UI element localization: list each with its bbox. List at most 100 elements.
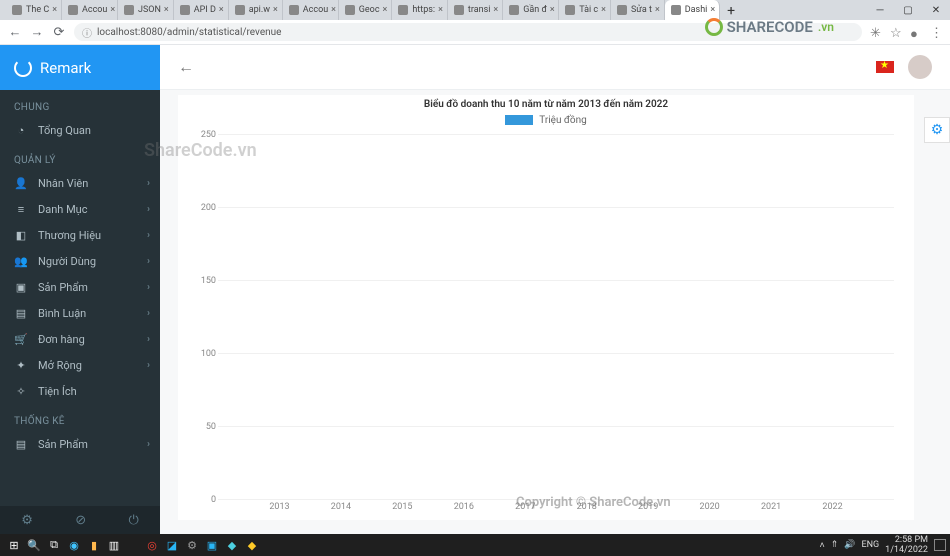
nav-forward-icon[interactable]: →: [30, 25, 44, 39]
tray-notifications-icon[interactable]: [934, 539, 946, 551]
top-bar: ←: [160, 45, 950, 90]
browser-tab[interactable]: https:×: [392, 0, 448, 20]
taskbar-app-explorer-icon[interactable]: ▮: [84, 535, 104, 555]
taskbar-app-settings-icon[interactable]: ⚙: [182, 535, 202, 555]
x-tick-label: 2015: [392, 502, 412, 512]
locale-flag-vn-icon[interactable]: [876, 61, 894, 73]
browser-tab[interactable]: Sửa t×: [611, 0, 665, 20]
address-bar-right-icons: ✳ ☆ ● ⋮: [870, 26, 942, 38]
sidebar-item-donhang[interactable]: 🛒 Đơn hàng ›: [0, 326, 160, 352]
window-minimize-button[interactable]: ─: [866, 0, 894, 20]
tab-close-icon[interactable]: ×: [331, 5, 336, 15]
browser-tab[interactable]: api.w×: [229, 0, 283, 20]
sidebar-item-nhanvien[interactable]: 👤 Nhân Viên ›: [0, 170, 160, 196]
tray-language[interactable]: ENG: [861, 540, 879, 550]
kebab-menu-icon[interactable]: ⋮: [930, 26, 942, 38]
browser-tab[interactable]: JSON×: [118, 0, 174, 20]
y-tick-label: 50: [206, 422, 216, 432]
sidebar-item-binhluan[interactable]: ▤ Bình Luận ›: [0, 300, 160, 326]
sidebar-item-tienich[interactable]: ✧ Tiện Ích: [0, 378, 160, 404]
brand-logo-row[interactable]: Remark: [0, 45, 160, 90]
chevron-right-icon: ›: [147, 282, 150, 293]
extension-icon[interactable]: ✳: [870, 26, 882, 38]
brand-logo-icon: [14, 59, 32, 77]
browser-tab[interactable]: API D×: [174, 0, 229, 20]
tab-close-icon[interactable]: ×: [219, 5, 224, 15]
bookmark-star-icon[interactable]: ☆: [890, 26, 902, 38]
browser-tab[interactable]: Accou×: [283, 0, 339, 20]
cart-icon: 🛒: [14, 332, 28, 346]
tab-close-icon[interactable]: ×: [164, 5, 169, 15]
settings-gear-icon[interactable]: ⚙: [21, 513, 33, 528]
window-maximize-button[interactable]: ▢: [894, 0, 922, 20]
link-icon[interactable]: ⊘: [75, 513, 86, 528]
tray-volume-icon[interactable]: 🔊: [844, 540, 855, 550]
taskbar-app-vscode-icon[interactable]: ◪: [162, 535, 182, 555]
nav-back-icon[interactable]: ←: [8, 25, 22, 39]
url-input[interactable]: ⓘ localhost:8080/admin/statistical/reven…: [74, 23, 862, 41]
sidebar-item-tongquan[interactable]: ◔ Tổng Quan: [0, 117, 160, 143]
dashboard-icon: ◔: [14, 123, 28, 137]
taskbar-app-generic2-icon[interactable]: ◆: [242, 535, 262, 555]
tab-label: Accou: [82, 5, 107, 15]
tab-label: transi: [468, 5, 491, 15]
new-tab-button[interactable]: +: [722, 2, 740, 20]
chevron-right-icon: ›: [147, 334, 150, 345]
sidebar-item-danhmuc[interactable]: ≡ Danh Mục ›: [0, 196, 160, 222]
taskbar-search-icon[interactable]: 🔍: [24, 535, 44, 555]
tab-close-icon[interactable]: ×: [655, 5, 660, 15]
tab-close-icon[interactable]: ×: [383, 5, 388, 15]
browser-tab[interactable]: Tài c×: [559, 0, 611, 20]
profile-icon[interactable]: ●: [910, 26, 922, 38]
taskbar-app-generic1-icon[interactable]: ◆: [222, 535, 242, 555]
browser-tab[interactable]: transi×: [448, 0, 503, 20]
favicon-icon: [345, 5, 355, 15]
tray-clock[interactable]: 2:58 PM 1/14/2022: [885, 535, 928, 555]
favicon-icon: [289, 5, 299, 15]
tray-chevron-up-icon[interactable]: ˄: [819, 540, 824, 551]
tab-close-icon[interactable]: ×: [550, 5, 555, 15]
tab-label: api.w: [249, 5, 270, 15]
y-tick-label: 150: [201, 276, 216, 286]
taskbar-app-calendar-icon[interactable]: ▥: [104, 535, 124, 555]
taskview-icon[interactable]: ⧉: [44, 535, 64, 555]
x-tick-label: 2017: [515, 502, 535, 512]
taskbar-app-chrome-icon[interactable]: ◎: [142, 535, 162, 555]
legend-item[interactable]: Triệu đồng: [505, 115, 587, 126]
browser-tab[interactable]: Geoc×: [339, 0, 393, 20]
tab-close-icon[interactable]: ×: [601, 5, 606, 15]
sidebar-item-thuonghieu[interactable]: ◧ Thương Hiệu ›: [0, 222, 160, 248]
taskbar-app-edge-icon[interactable]: ◉: [64, 535, 84, 555]
sidebar-item-thongke-sanpham[interactable]: ▤ Sản Phẩm ›: [0, 431, 160, 457]
tab-close-icon[interactable]: ×: [273, 5, 278, 15]
tab-close-icon[interactable]: ×: [52, 5, 57, 15]
chevron-right-icon: ›: [147, 360, 150, 371]
nav-reload-icon[interactable]: ⟳: [52, 25, 66, 39]
sidebar-item-label: Người Dùng: [38, 255, 96, 268]
tray-wifi-icon[interactable]: ⇑: [831, 540, 839, 550]
tab-close-icon[interactable]: ×: [493, 5, 498, 15]
taskbar-app-photoshop-icon[interactable]: ▣: [202, 535, 222, 555]
tab-close-icon[interactable]: ×: [438, 5, 443, 15]
sidebar-item-morong[interactable]: ✦ Mở Rộng ›: [0, 352, 160, 378]
page-back-arrow-icon[interactable]: ←: [178, 57, 194, 77]
site-info-icon: ⓘ: [82, 25, 92, 40]
power-icon[interactable]: ⏻: [129, 513, 139, 528]
tab-close-icon[interactable]: ×: [710, 5, 715, 15]
tab-label: Geoc: [359, 5, 380, 15]
window-close-button[interactable]: ✕: [922, 0, 950, 20]
sidebar-item-nguoidung[interactable]: 👥 Người Dùng ›: [0, 248, 160, 274]
browser-tab[interactable]: Gần đ×: [503, 0, 559, 20]
browser-tab[interactable]: Accou×: [62, 0, 118, 20]
user-avatar[interactable]: [908, 55, 932, 79]
legend-label: Triệu đồng: [539, 115, 587, 126]
x-tick-label: 2020: [700, 502, 720, 512]
tab-close-icon[interactable]: ×: [110, 5, 115, 15]
browser-tab[interactable]: Dashi×: [665, 0, 720, 20]
tray-time: 2:58 PM: [885, 535, 928, 545]
browser-tab[interactable]: The C×: [6, 0, 62, 20]
sidebar-item-sanpham[interactable]: ▣ Sản Phẩm ›: [0, 274, 160, 300]
grid-line: [218, 280, 894, 281]
page-settings-gear-button[interactable]: ⚙: [924, 117, 950, 143]
start-button-icon[interactable]: ⊞: [4, 535, 24, 555]
